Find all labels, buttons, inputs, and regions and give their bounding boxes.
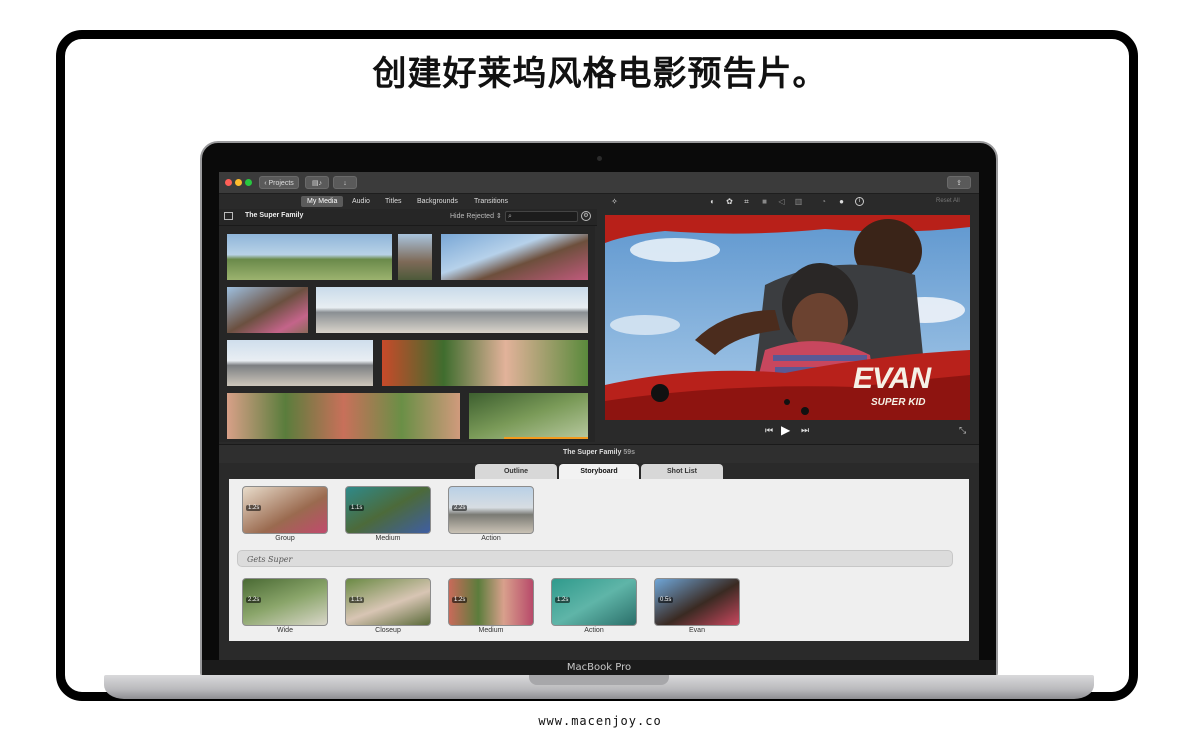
filter-select[interactable]: Hide Rejected ⇕	[450, 212, 502, 220]
media-clip[interactable]	[441, 234, 588, 280]
shot-duration: 1.2s	[555, 597, 571, 603]
media-view-button[interactable]: ▤♪	[305, 176, 329, 189]
media-clip[interactable]	[227, 287, 308, 333]
shot-duration: 2.2s	[246, 597, 262, 603]
library-title: The Super Family	[245, 212, 304, 219]
headline: 创建好莱坞风格电影预告片。	[372, 54, 828, 94]
volume-icon[interactable]: ◁	[777, 197, 786, 206]
trailer-title: EVAN	[853, 362, 931, 395]
info-icon[interactable]: i	[855, 197, 864, 206]
shot-label: Action	[481, 535, 501, 542]
viewer-frame: EVAN SUPER KID	[605, 215, 970, 420]
section-header: Gets Super	[237, 550, 953, 567]
title-bar: ‹ Projects ▤♪ ↓ ⇪	[219, 172, 979, 194]
magic-wand-icon[interactable]: ✧	[610, 197, 619, 206]
media-clip[interactable]	[227, 393, 460, 439]
shot-duration: 2.2s	[452, 505, 468, 511]
share-icon: ⇪	[956, 180, 962, 187]
media-clip[interactable]	[382, 340, 588, 386]
project-bar: The Super Family 59s	[219, 444, 979, 463]
tab-titles[interactable]: Titles	[379, 196, 407, 207]
shot-label: Action	[584, 627, 604, 634]
media-clip[interactable]	[398, 234, 432, 280]
storyboard-shot[interactable]: 2.2s	[448, 486, 534, 534]
media-tabs: My Media Audio Titles Backgrounds Transi…	[219, 194, 597, 208]
media-clip[interactable]	[316, 287, 588, 333]
filter-icon[interactable]: ●	[837, 197, 846, 206]
import-arrow-icon: ↓	[343, 180, 347, 187]
storyboard-shot[interactable]: 2.2s	[242, 578, 328, 626]
library-bar: The Super Family Hide Rejected ⇕ ⌕ ⚙	[219, 209, 597, 226]
shot-duration: 1.2s	[246, 505, 262, 511]
shot-label: Closeup	[375, 627, 401, 634]
camera-dot	[597, 156, 602, 161]
media-clip[interactable]	[469, 393, 588, 439]
shot-duration: 1.1s	[349, 505, 365, 511]
storyboard-shot[interactable]: 1.1s	[345, 486, 431, 534]
trailer-subtitle: SUPER KID	[871, 397, 926, 408]
shot-label: Wide	[277, 627, 293, 634]
search-input[interactable]: ⌕	[505, 211, 578, 222]
film-music-icon: ▤♪	[311, 180, 323, 187]
storyboard-shot[interactable]: 1.2s	[448, 578, 534, 626]
storyboard-shot[interactable]: 1.1s	[345, 578, 431, 626]
media-clip[interactable]	[227, 340, 373, 386]
color-correction-icon[interactable]: ✿	[725, 197, 734, 206]
storyboard-shot[interactable]: 1.2s	[242, 486, 328, 534]
laptop-brand-bar: MacBook Pro	[202, 660, 996, 675]
shot-duration: 0.5s	[658, 597, 674, 603]
adjust-toolbar: ✧ ◐ ✿ ⌗ ■ ◁ ▥ ◔ ● i Reset All	[597, 194, 979, 210]
zoom-button[interactable]	[245, 179, 252, 186]
storyboard-shot[interactable]: 0.5s	[654, 578, 740, 626]
tab-audio[interactable]: Audio	[346, 196, 376, 207]
playback-controls: ⏮ ▶ ⏭ ⤡	[597, 422, 979, 442]
color-balance-icon[interactable]: ◐	[708, 197, 717, 206]
fullscreen-icon[interactable]: ⤡	[959, 425, 966, 436]
laptop-notch	[529, 675, 669, 685]
shot-duration: 1.1s	[349, 597, 365, 603]
tab-outline[interactable]: Outline	[475, 464, 557, 479]
reset-all-button[interactable]: Reset All	[936, 198, 960, 204]
clip-range-marker	[504, 437, 588, 439]
shot-label: Evan	[689, 627, 705, 634]
close-button[interactable]	[225, 179, 232, 186]
sidebar-toggle-icon[interactable]	[224, 212, 233, 220]
media-clip[interactable]	[227, 234, 392, 280]
shot-label: Medium	[478, 627, 504, 634]
footer-url: www.macenjoy.co	[538, 714, 662, 728]
tab-backgrounds[interactable]: Backgrounds	[411, 196, 464, 207]
imovie-window: ‹ Projects ▤♪ ↓ ⇪ My Media Audio Titles …	[219, 172, 979, 660]
skip-back-icon[interactable]: ⏮	[765, 425, 773, 436]
stabilization-icon[interactable]: ■	[760, 197, 769, 206]
storyboard: 1.2s Group 1.1s Medium 2.2s Action Gets …	[229, 479, 969, 641]
noise-reduction-icon[interactable]: ▥	[794, 197, 803, 206]
play-icon[interactable]: ▶	[781, 423, 790, 437]
search-icon: ⌕	[508, 213, 512, 220]
laptop-brand: MacBook Pro	[566, 662, 632, 673]
shot-label: Medium	[375, 535, 401, 542]
shot-label: Group	[275, 535, 295, 542]
tab-shot-list[interactable]: Shot List	[641, 464, 723, 479]
tab-transitions[interactable]: Transitions	[468, 196, 514, 207]
tab-my-media[interactable]: My Media	[301, 196, 344, 207]
crop-icon[interactable]: ⌗	[742, 197, 751, 206]
tab-storyboard[interactable]: Storyboard	[559, 464, 639, 479]
projects-button[interactable]: ‹ Projects	[259, 176, 299, 189]
shot-duration: 1.2s	[452, 597, 468, 603]
skip-forward-icon[interactable]: ⏭	[801, 425, 809, 436]
speed-icon[interactable]: ◔	[819, 197, 828, 206]
project-title-line: The Super Family 59s	[563, 449, 635, 456]
minimize-button[interactable]	[235, 179, 242, 186]
import-button[interactable]: ↓	[333, 176, 357, 189]
gear-icon[interactable]: ⚙	[581, 211, 591, 221]
share-button[interactable]: ⇪	[947, 176, 971, 189]
storyboard-shot[interactable]: 1.2s	[551, 578, 637, 626]
media-browser	[219, 226, 595, 442]
